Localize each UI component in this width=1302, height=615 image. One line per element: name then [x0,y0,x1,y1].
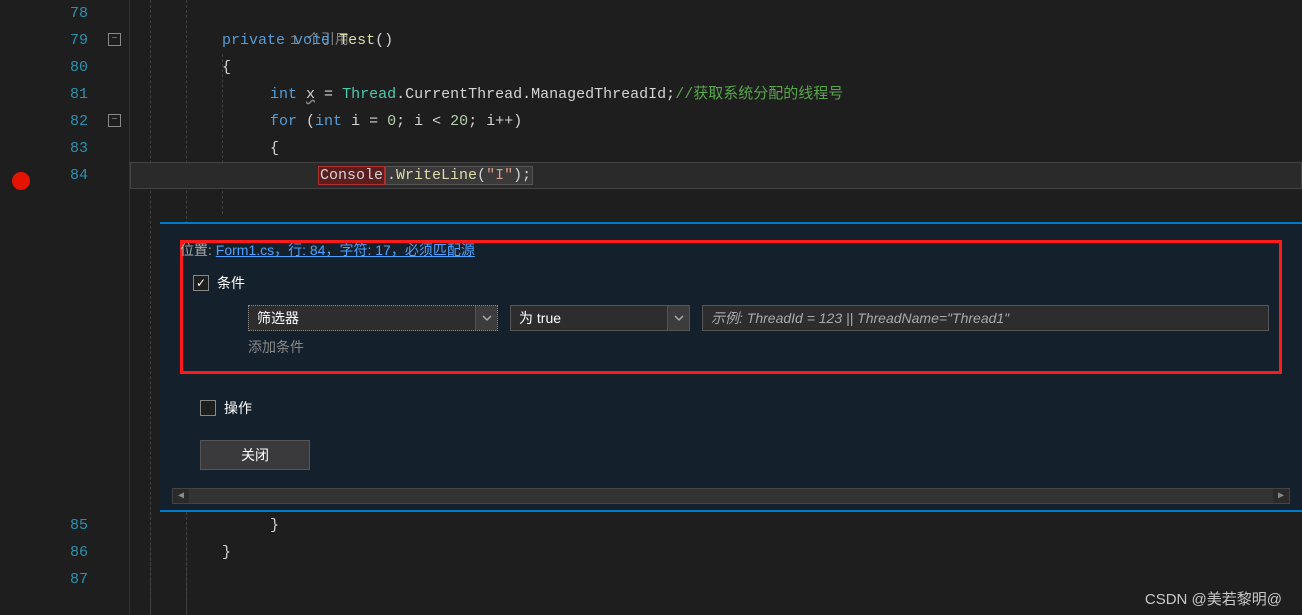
condition-label: 条件 [217,273,245,293]
code-line[interactable]: { [130,135,1302,162]
code-line[interactable]: Console.WriteLine("I"); [130,162,1302,189]
breakpoint-settings-panel: 位置: Form1.cs，行: 84，字符: 17，必须匹配源 ✓ 条件 筛选器… [160,222,1302,512]
line-number: 83 [40,135,88,162]
breakpoint-marker[interactable] [12,172,30,190]
code-line[interactable]: } [130,539,1302,566]
line-number: 86 [40,539,88,566]
add-condition-link[interactable]: 添加条件 [248,337,1269,357]
line-number: 80 [40,54,88,81]
line-number: 82 [40,108,88,135]
line-number: 85 [40,512,88,539]
scroll-left-icon[interactable]: ◀ [173,489,189,503]
watermark: CSDN @美若黎明@ [1145,588,1282,609]
line-number: 84 [40,162,88,189]
line-number: 81 [40,81,88,108]
chevron-down-icon [667,306,689,330]
code-line[interactable] [130,566,1302,593]
codelens-line[interactable]: 1 个引用 [130,0,1302,27]
chevron-down-icon [475,306,497,330]
code-line[interactable]: for (int i = 0; i < 20; i++) [130,108,1302,135]
actions-checkbox[interactable] [200,400,216,416]
actions-label: 操作 [224,398,252,418]
condition-expression-input[interactable]: 示例: ThreadId = 123 || ThreadName="Thread… [702,305,1269,331]
code-line[interactable]: } [130,512,1302,539]
line-number: 87 [40,566,88,593]
close-button[interactable]: 关闭 [200,440,310,470]
horizontal-scrollbar[interactable]: ◀ ▶ [172,488,1290,504]
fold-toggle[interactable]: − [108,33,121,46]
line-number: 78 [40,0,88,27]
condition-checkbox[interactable]: ✓ [193,275,209,291]
code-line[interactable]: { [130,54,1302,81]
code-line[interactable]: private void Test() [130,27,1302,54]
location-link[interactable]: Form1.cs，行: 84，字符: 17，必须匹配源 [216,242,475,258]
condition-operator-dropdown[interactable]: 为 true [510,305,690,331]
code-line[interactable]: int x = Thread.CurrentThread.ManagedThre… [130,81,1302,108]
condition-type-dropdown[interactable]: 筛选器 [248,305,498,331]
fold-toggle[interactable]: − [108,114,121,127]
scroll-right-icon[interactable]: ▶ [1273,489,1289,503]
line-number: 79 [40,27,88,54]
highlight-annotation: ✓ 条件 筛选器 为 true 示例: ThreadId = 123 || Th… [180,240,1282,374]
